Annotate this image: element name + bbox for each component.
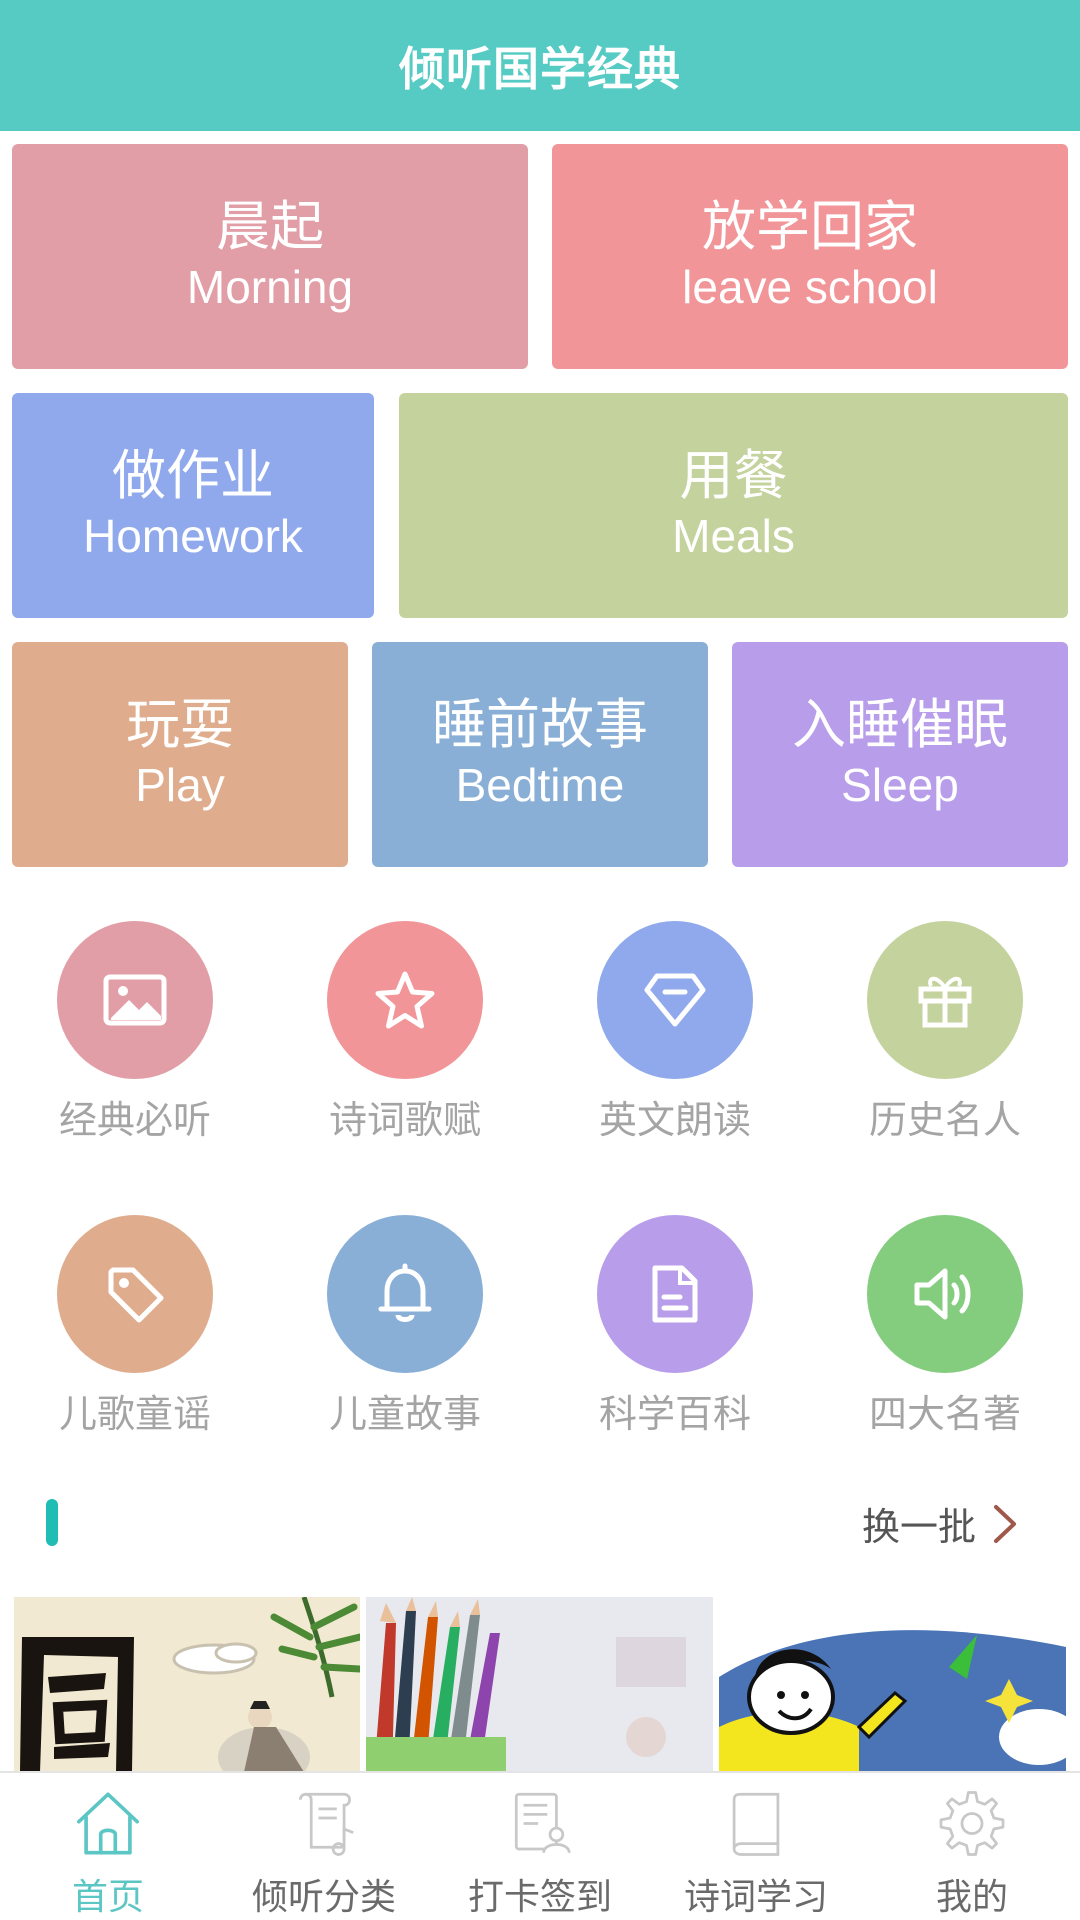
tab-label: 打卡签到 (467, 1877, 612, 1918)
category-circle (867, 1215, 1023, 1373)
scene-tile-en-label: Play (135, 758, 225, 811)
category-circle (867, 921, 1023, 1079)
scene-tile-homework[interactable]: 做作业 Homework (12, 393, 374, 618)
scene-tile-en-label: Homework (83, 509, 303, 562)
category-children-stories[interactable]: 儿童故事 (310, 1215, 500, 1438)
category-english[interactable]: 英文朗读 (580, 921, 770, 1144)
scene-tile-en-label: Morning (186, 260, 354, 313)
scene-tile-sleep[interactable]: 入睡催眠 Sleep (732, 642, 1068, 867)
gear-icon (939, 1791, 1005, 1856)
scene-tile-morning[interactable]: 晨起 Morning (12, 144, 528, 369)
scene-tile-zh-label: 入睡催眠 (792, 692, 1008, 756)
scene-tile-zh-label: 睡前故事 (432, 692, 648, 756)
scene-tile-zh-label: 晨起 (216, 194, 324, 258)
scene-tile-zh-label: 放学回家 (702, 194, 918, 258)
chevron-right-icon (994, 1504, 1016, 1543)
pencils-thumbnail[interactable] (366, 1597, 713, 1772)
bell-icon (378, 1263, 432, 1322)
category-four-classics[interactable]: 四大名著 (850, 1215, 1040, 1438)
book-icon (732, 1792, 780, 1856)
category-label: 儿歌童谣 (58, 1392, 211, 1436)
scene-tile-leave-school[interactable]: 放学回家 leave school (552, 144, 1068, 369)
category-science[interactable]: 科学百科 (580, 1215, 770, 1438)
category-label: 儿童故事 (328, 1392, 481, 1436)
tab-mine[interactable]: 我的 (864, 1773, 1080, 1920)
scene-tile-zh-label: 玩耍 (126, 692, 234, 756)
star-icon (375, 971, 435, 1029)
category-poetry[interactable]: 诗词歌赋 (310, 921, 500, 1144)
page-title: 倾听国学经典 (399, 41, 681, 96)
checkin-icon (514, 1792, 571, 1854)
refresh-label: 换一批 (861, 1505, 976, 1549)
bottom-tab-bar: 首页 倾听分类 打卡签到 诗词学习 我的 (0, 1771, 1080, 1920)
tab-label: 诗词学习 (683, 1877, 828, 1918)
tab-label: 首页 (71, 1877, 144, 1918)
category-circle (57, 921, 213, 1079)
tab-home[interactable]: 首页 (0, 1773, 216, 1920)
image-icon (103, 974, 167, 1026)
category-label: 四大名著 (868, 1392, 1021, 1436)
tag-icon (108, 1267, 164, 1323)
app-screen: 倾听国学经典 晨起 Morning 放学回家 leave school 做作业 … (0, 0, 1080, 1920)
home-icon (76, 1792, 140, 1855)
tab-label: 我的 (935, 1877, 1008, 1918)
category-history[interactable]: 历史名人 (850, 921, 1040, 1144)
app-header: 倾听国学经典 (0, 0, 1080, 131)
guoxue-calligraphy-thumbnail[interactable] (14, 1597, 360, 1772)
category-label: 科学百科 (598, 1392, 751, 1436)
document-icon (652, 1265, 698, 1323)
tab-label: 倾听分类 (251, 1877, 396, 1918)
scene-tile-zh-label: 做作业 (112, 443, 274, 507)
pencils-image (366, 1597, 713, 1772)
scene-tile-en-label: leave school (682, 260, 938, 313)
category-label: 英文朗读 (598, 1098, 751, 1142)
scene-tile-play[interactable]: 玩耍 Play (12, 642, 348, 867)
scene-tile-en-label: Meals (672, 509, 795, 562)
tab-poetry-study[interactable]: 诗词学习 (648, 1773, 864, 1920)
category-circle (597, 1215, 753, 1373)
category-circle (597, 921, 753, 1079)
category-label: 经典必听 (58, 1098, 211, 1142)
section-marker (46, 1499, 58, 1546)
refresh-button[interactable]: 换一批 (862, 1496, 1018, 1551)
scroll-music-icon (298, 1792, 354, 1856)
category-circle (57, 1215, 213, 1373)
category-classic[interactable]: 经典必听 (40, 921, 230, 1144)
scene-tile-zh-label: 用餐 (679, 443, 788, 507)
scene-tile-en-label: Bedtime (455, 758, 625, 811)
cartoon-girl-thumbnail[interactable] (719, 1597, 1066, 1772)
cartoon-image (719, 1597, 1066, 1772)
speaker-icon (914, 1268, 971, 1320)
category-label: 诗词歌赋 (328, 1098, 481, 1142)
gift-icon (918, 976, 972, 1028)
scene-tile-en-label: Sleep (841, 758, 959, 811)
tab-categories[interactable]: 倾听分类 (216, 1773, 432, 1920)
category-circle (327, 921, 483, 1079)
category-nursery-rhymes[interactable]: 儿歌童谣 (40, 1215, 230, 1438)
diamond-icon (644, 973, 706, 1027)
tab-checkin[interactable]: 打卡签到 (432, 1773, 648, 1920)
category-label: 历史名人 (868, 1098, 1021, 1142)
calligraphy-image (14, 1597, 360, 1772)
category-circle (327, 1215, 483, 1373)
scene-tile-bedtime[interactable]: 睡前故事 Bedtime (372, 642, 708, 867)
scene-tile-meals[interactable]: 用餐 Meals (399, 393, 1068, 618)
